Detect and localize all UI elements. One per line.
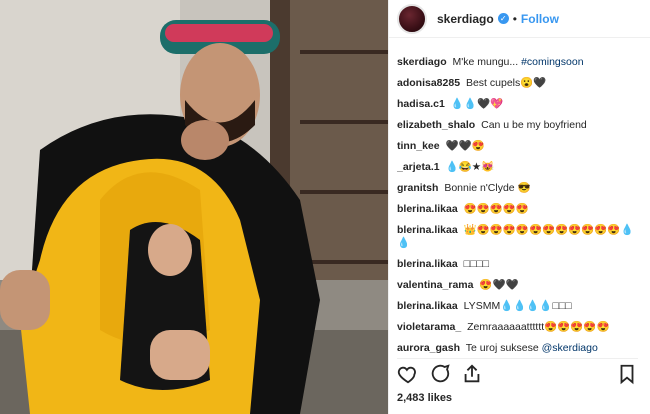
comment-username[interactable]: blerina.likaa [397, 224, 458, 236]
comment-item: _arjeta.1 💧😂★😻 [397, 161, 644, 174]
comment-text: 😍😍😍😍😍 [463, 203, 529, 215]
post-side-panel: skerdiago ✓ • Follow skerdiago M'ke mung… [388, 0, 650, 414]
comment-item: blerina.likaa □□□□ [397, 258, 644, 271]
comment-item: aurora_gash Te uroj suksese @skerdiago [397, 342, 644, 354]
post-actions [397, 358, 638, 389]
comment-item: blerina.likaa LYSMM💧💧💧💧□□□ [397, 300, 644, 313]
comment-item: valentina_rama 😍🖤🖤 [397, 279, 644, 292]
comment-text: 💧💧🖤💖 [450, 98, 504, 110]
comment-icon[interactable] [429, 363, 451, 385]
comment-text: Zemraaaaaatttttt😍😍😍😍😍 [467, 321, 610, 333]
comment-text: Bonnie n'Clyde 😎 [444, 182, 531, 194]
photo-illustration [0, 0, 388, 414]
hashtag-link[interactable]: #comingsoon [521, 56, 583, 68]
comment-item: blerina.likaa 😍😍😍😍😍 [397, 203, 644, 216]
post-header: skerdiago ✓ • Follow [389, 0, 650, 38]
bookmark-icon[interactable] [616, 363, 638, 385]
comment-username[interactable]: adonisa8285 [397, 77, 460, 89]
comment-item: adonisa8285 Best cupels😮🖤 [397, 77, 644, 90]
comment-text: □□□□ [463, 258, 489, 270]
comment-item: hadisa.c1 💧💧🖤💖 [397, 98, 644, 111]
comment-item: skerdiago M'ke mungu... #comingsoon [397, 56, 644, 69]
comment-item: violetarama_ Zemraaaaaatttttt😍😍😍😍😍 [397, 321, 644, 334]
comment-text: 🖤🖤😍 [445, 140, 485, 152]
comment-username[interactable]: _arjeta.1 [397, 161, 440, 173]
share-icon[interactable] [461, 363, 483, 385]
comment-username[interactable]: skerdiago [397, 56, 447, 68]
comment-username[interactable]: valentina_rama [397, 279, 473, 291]
comment-username[interactable]: blerina.likaa [397, 300, 458, 312]
comment-text: LYSMM💧💧💧💧□□□ [463, 300, 572, 312]
comment-username[interactable]: aurora_gash [397, 342, 460, 354]
post-photo [0, 0, 388, 414]
comment-item: blerina.likaa 👑😍😍😍😍😍😍😍😍😍😍😍💧💧 [397, 224, 644, 250]
separator-dot: • [512, 11, 517, 26]
likes-count[interactable]: 2,483 likes [397, 392, 452, 404]
comments-list[interactable]: skerdiago M'ke mungu... #comingsoon adon… [397, 56, 644, 354]
author-username[interactable]: skerdiago [437, 12, 494, 26]
comment-text: 😍🖤🖤 [479, 279, 519, 291]
verified-badge-icon: ✓ [497, 13, 509, 24]
comment-username[interactable]: tinn_kee [397, 140, 440, 152]
comment-username[interactable]: hadisa.c1 [397, 98, 445, 110]
comment-username[interactable]: violetarama_ [397, 321, 461, 333]
comment-text: Te uroj suksese [465, 342, 539, 354]
heart-icon[interactable] [397, 363, 419, 385]
comment-text: 💧😂★😻 [445, 161, 495, 173]
avatar[interactable] [397, 3, 427, 34]
comment-text: Can u be my boyfriend [481, 119, 587, 131]
follow-button[interactable]: Follow [521, 12, 559, 26]
mention-link[interactable]: @skerdiago [542, 342, 598, 354]
comment-text: Best cupels😮🖤 [465, 77, 547, 89]
comment-username[interactable]: elizabeth_shalo [397, 119, 475, 131]
comment-username[interactable]: granitsh [397, 182, 438, 194]
comment-item: elizabeth_shalo Can u be my boyfriend [397, 119, 644, 132]
comment-item: tinn_kee 🖤🖤😍 [397, 140, 644, 153]
comment-item: granitsh Bonnie n'Clyde 😎 [397, 182, 644, 195]
comment-username[interactable]: blerina.likaa [397, 258, 458, 270]
comment-text: M'ke mungu... [452, 56, 519, 68]
comment-username[interactable]: blerina.likaa [397, 203, 458, 215]
